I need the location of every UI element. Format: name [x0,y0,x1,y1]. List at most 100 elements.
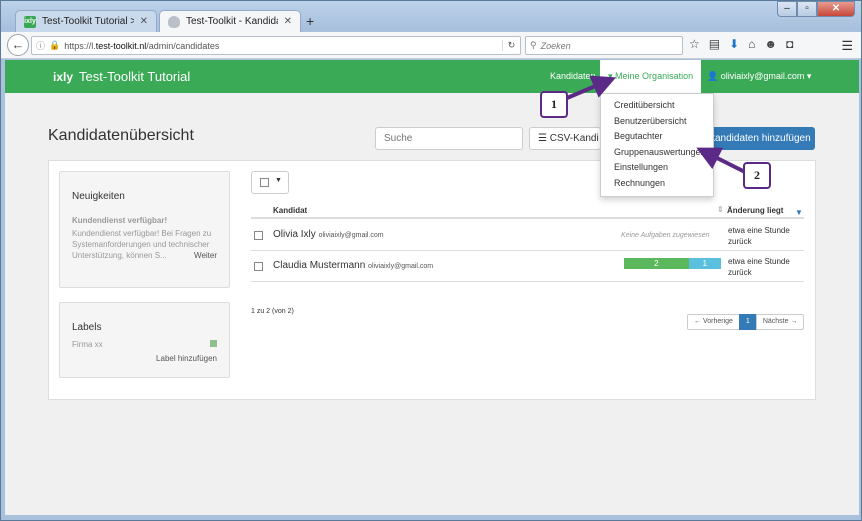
candidate-name-text: Olivia Ixly [273,229,316,240]
row-checkbox[interactable] [254,262,263,271]
news-headline: Kundendienst verfügbar! [72,216,168,225]
top-navbar: ixly Test-Toolkit Tutorial Kandidaten ▾ … [5,60,859,93]
shield-favicon-icon [168,15,180,28]
candidate-search-input[interactable] [375,127,523,150]
organisation-dropdown: Creditübersicht Benutzerübersicht Beguta… [600,93,714,197]
url-prefix: https://l. [64,40,96,51]
label-item[interactable]: Firma xx [72,340,103,349]
dropdown-item-group-reports[interactable]: Gruppenauswertungen [601,145,713,161]
row-checkbox[interactable] [254,231,263,240]
dropdown-item-settings[interactable]: Einstellungen [601,160,713,176]
close-window-button[interactable]: ✕ [817,1,855,17]
home-icon[interactable]: ⌂ [748,37,755,51]
candidate-email: oliviaixly@gmail.com [318,232,384,239]
csv-button[interactable]: ☰ CSV-Kandi [529,127,601,150]
web-page: ixly Test-Toolkit Tutorial Kandidaten ▾ … [5,60,859,515]
candidate-email: oliviaixly@gmail.com [368,263,434,270]
reading-list-icon[interactable]: ▤ [709,37,720,51]
bookmark-star-icon[interactable]: ☆ [689,37,700,51]
url-text[interactable]: https://l.test-toolkit.nl/admin/candidat… [64,41,498,51]
toolbar-icons: ☆ ▤ ⬇ ⌂ ☻ ◘ [689,37,793,51]
reload-icon[interactable]: ↻ [502,40,520,51]
pagination-prev[interactable]: ← Vorherige [687,314,740,330]
close-tab-icon[interactable]: ✕ [284,16,292,27]
browser-toolbar: ← ⓘ 🔒 https://l.test-toolkit.nl/admin/ca… [1,32,861,59]
url-domain: test-toolkit.nl [95,40,147,51]
chat-icon[interactable]: ☻ [764,37,777,51]
nav-user[interactable]: 👤 oliviaixly@gmail.com ▾ [707,71,811,82]
nav-user-label: oliviaixly@gmail.com [720,71,805,81]
sort-icon[interactable]: ⇕ [717,205,724,214]
info-icon[interactable]: ⓘ [36,39,45,52]
download-icon[interactable]: ⬇ [729,37,739,51]
dropdown-item-reviewers[interactable]: Begutachter [601,129,713,145]
table-row[interactable]: Olivia Ixly oliviaixly@gmail.com Keine A… [251,221,804,251]
brand-title[interactable]: Test-Toolkit Tutorial [79,69,190,84]
csv-label: CSV-Kandi [549,133,599,144]
close-tab-icon[interactable]: ✕ [140,16,148,27]
search-placeholder: Zoeken [540,40,571,51]
add-candidates-button[interactable]: kandidaten hinzufügen [705,127,815,150]
list-icon: ☰ [538,133,547,144]
caret-down-icon: ▾ [806,71,812,81]
labels-title: Labels [72,322,102,333]
window-controls: – ▫ ✕ [777,1,855,17]
url-bar[interactable]: ⓘ 🔒 https://l.test-toolkit.nl/admin/cand… [31,36,521,55]
progress-open: 1 [688,258,721,269]
browser-search-input[interactable]: ⚲ Zoeken [525,36,683,55]
table-header: Kandidat ⇕ Änderung liegt ▼ [251,203,804,219]
candidate-name[interactable]: Claudia Mustermann oliviaixly@gmail.com [273,260,433,271]
bulk-select-button[interactable]: ▼ [251,171,289,194]
title-bar: ixly Test-Toolkit Tutorial > Ixly ✕ Test… [1,1,861,32]
url-path: /admin/candidates [146,40,220,51]
back-button[interactable]: ← [7,34,29,56]
column-header-change[interactable]: Änderung liegt [727,206,783,215]
nav-organisation[interactable]: ▾ Meine Organisation [600,60,702,93]
progress-completed: 2 [624,258,689,269]
news-panel: Neuigkeiten Kundendienst verfügbar! Kund… [59,171,230,288]
news-title: Neuigkeiten [72,191,125,202]
change-time: etwa eine Stunde zurück [728,257,790,277]
label-color-swatch [210,340,217,347]
dropdown-item-invoices[interactable]: Rechnungen [601,176,713,192]
nav-kandidaten[interactable]: Kandidaten [550,71,596,81]
ixly-favicon-icon: ixly [24,15,36,28]
pocket-icon[interactable]: ◘ [786,37,793,51]
nav-organisation-label: Meine Organisation [615,71,694,81]
tab-tutorial[interactable]: ixly Test-Toolkit Tutorial > Ixly ✕ [15,10,157,32]
dropdown-item-users[interactable]: Benutzerübersicht [601,114,713,130]
minimize-button[interactable]: – [777,1,797,17]
tab-title: Test-Toolkit - Kandidatenü... [186,16,278,27]
maximize-button[interactable]: ▫ [797,1,817,17]
dropdown-item-credit[interactable]: Creditübersicht [601,98,713,114]
sort-desc-icon[interactable]: ▼ [795,208,803,217]
brand-logo[interactable]: ixly [53,70,73,84]
annotation-callout-2: 2 [743,162,771,189]
search-icon: ⚲ [530,40,537,50]
pagination-info: 1 zu 2 (von 2) [251,308,294,315]
new-tab-icon[interactable]: + [306,13,314,29]
labels-panel: Labels Firma xx Label hinzufügen [59,302,230,378]
change-time: etwa eine Stunde zurück [728,226,790,246]
no-tasks-note: Keine Aufgaben zugewiesen [621,232,710,239]
pagination: ← Vorherige 1 Nächste → [687,314,805,330]
browser-window: ixly Test-Toolkit Tutorial > Ixly ✕ Test… [0,0,862,521]
add-label-link[interactable]: Label hinzufügen [156,354,217,363]
lock-icon: 🔒 [49,40,61,50]
checkbox-icon [260,178,269,187]
column-header-candidate[interactable]: Kandidat [273,206,307,215]
caret-down-icon: ▼ [275,177,282,184]
table-row[interactable]: Claudia Mustermann oliviaixly@gmail.com … [251,252,804,282]
candidate-name[interactable]: Olivia Ixly oliviaixly@gmail.com [273,229,384,240]
news-more-link[interactable]: Weiter [194,251,217,260]
hamburger-menu-icon[interactable]: ☰ [841,38,853,54]
caret-down-icon: ▾ [608,71,613,81]
tab-title: Test-Toolkit Tutorial > Ixly [42,16,134,27]
annotation-callout-1: 1 [540,91,568,118]
task-progress-bar: 2 1 [624,258,721,269]
tab-candidates[interactable]: Test-Toolkit - Kandidatenü... ✕ [159,10,301,32]
pagination-current[interactable]: 1 [738,314,757,330]
page-title: Kandidatenübersicht [48,127,194,144]
candidate-name-text: Claudia Mustermann [273,260,366,271]
pagination-next[interactable]: Nächste → [755,314,805,330]
